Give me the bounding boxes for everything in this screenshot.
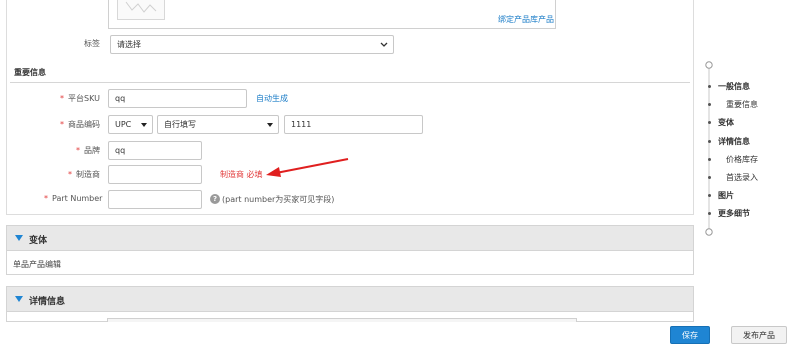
part-number-label-text: Part Number: [52, 194, 103, 203]
nav-item-more-details[interactable]: 更多细节: [718, 208, 750, 219]
nav-dot: [708, 212, 711, 215]
required-mark: *: [44, 194, 48, 203]
caret-down-icon: [141, 123, 147, 127]
variant-section-body: 单品产品编辑: [6, 251, 694, 275]
nav-dot: [708, 103, 711, 106]
part-number-hint: (part number为买家可见字段): [222, 195, 335, 204]
part-number-label: * Part Number: [44, 194, 102, 203]
triangle-down-icon: [15, 296, 23, 302]
code-mode-select[interactable]: 自行填写: [157, 115, 279, 134]
caret-down-icon: [267, 123, 273, 127]
single-product-edit-text: 单品产品编辑: [13, 260, 61, 269]
image-placeholder-icon: [125, 1, 157, 13]
code-mode-value: 自行填写: [164, 120, 196, 129]
nav-dot: [708, 140, 711, 143]
image-thumbnail[interactable]: [117, 0, 165, 20]
section-divider: [10, 82, 690, 83]
annotation-arrow-icon: [266, 158, 349, 177]
brand-input[interactable]: qq: [108, 141, 202, 160]
nav-item-images[interactable]: 图片: [718, 190, 734, 201]
help-icon[interactable]: ?: [210, 194, 220, 204]
nav-item-variant[interactable]: 变体: [718, 117, 734, 128]
manufacturer-required-note: 制造商 必填: [220, 170, 263, 179]
nav-dot: [708, 121, 711, 124]
product-code-label: * 商品编码: [60, 119, 100, 130]
chevron-down-icon: [380, 42, 388, 47]
part-number-input[interactable]: [108, 190, 202, 209]
nav-dot: [708, 194, 711, 197]
required-mark: *: [68, 170, 72, 179]
required-mark: *: [76, 146, 80, 155]
code-type-select[interactable]: UPC: [108, 115, 153, 134]
variant-section-header[interactable]: 变体: [6, 225, 694, 251]
nav-item-preferred-entry[interactable]: 首选录入: [726, 172, 758, 183]
save-button[interactable]: 保存: [670, 326, 710, 344]
platform-sku-label: * 平台SKU: [60, 93, 100, 104]
auto-generate-link[interactable]: 自动生成: [256, 93, 288, 104]
tags-select-value: 请选择: [117, 40, 141, 49]
nav-dot: [708, 158, 711, 161]
nav-dot: [708, 85, 711, 88]
manufacturer-label: * 制造商: [68, 169, 100, 180]
code-type-value: UPC: [115, 120, 132, 129]
triangle-down-icon: [15, 235, 23, 241]
publish-product-button[interactable]: 发布产品: [731, 326, 787, 344]
product-code-label-text: 商品编码: [68, 120, 100, 129]
nav-item-detail-info[interactable]: 详情信息: [718, 136, 750, 147]
nav-dot: [708, 176, 711, 179]
detail-section-body: [6, 312, 694, 324]
manufacturer-label-text: 制造商: [76, 170, 100, 179]
tags-label: 标签: [84, 39, 100, 48]
required-mark: *: [60, 120, 64, 129]
image-upload-area: [108, 0, 556, 29]
nav-item-important-info[interactable]: 重要信息: [726, 99, 758, 110]
nav-item-general-info[interactable]: 一般信息: [718, 81, 750, 92]
bind-library-product-link[interactable]: 绑定产品库产品: [498, 14, 554, 25]
detail-section-title: 详情信息: [29, 297, 66, 307]
nav-item-price-stock[interactable]: 价格库存: [726, 154, 758, 165]
detail-section-header[interactable]: 详情信息: [6, 286, 694, 312]
tags-select[interactable]: 请选择: [110, 35, 394, 54]
variant-section-title: 变体: [29, 236, 48, 246]
platform-sku-label-text: 平台SKU: [68, 94, 100, 103]
brand-label-text: 品牌: [84, 146, 100, 155]
required-mark: *: [60, 94, 64, 103]
platform-sku-input[interactable]: qq: [108, 89, 247, 108]
manufacturer-input[interactable]: [108, 165, 202, 184]
product-code-input[interactable]: 1111: [284, 115, 423, 134]
brand-label: * 品牌: [76, 145, 100, 156]
important-info-title: 重要信息: [14, 68, 46, 77]
